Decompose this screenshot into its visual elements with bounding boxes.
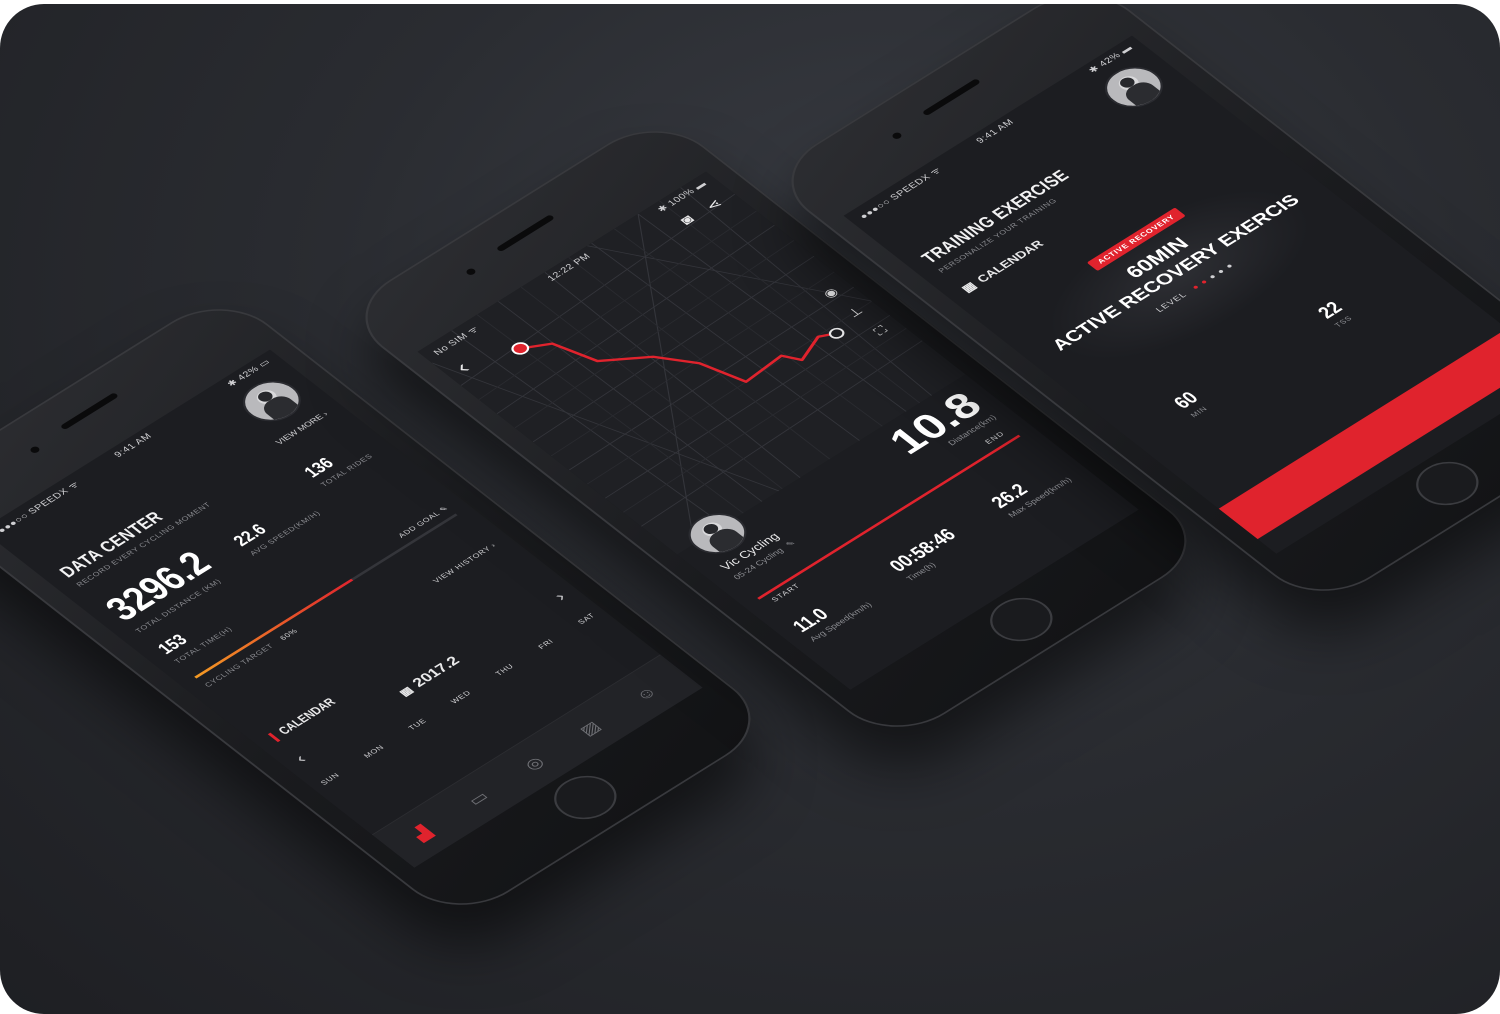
status-bar: ●●●○○ SPEEDX ᯤ 9:41 AM ✱ 42% ▭ (0, 350, 284, 541)
training-icon: ▨ (575, 718, 605, 739)
bar-chart-icon: ▟ (409, 824, 436, 843)
cycling-target-percent: 60% (278, 627, 300, 642)
calendar-month-label: 2017.2 (409, 654, 464, 690)
pencil-icon: ✎ (437, 504, 451, 514)
calendar-marker (267, 732, 281, 743)
view-history-link[interactable]: VIEW HISTORY › (431, 542, 498, 585)
device-icon: ▭ (463, 788, 493, 809)
target-icon: ◎ (520, 753, 549, 774)
weekday-wed: WED (449, 689, 473, 706)
tab-ride[interactable]: ◎ (516, 751, 552, 776)
weekday-fri: FRI (536, 637, 556, 651)
background-stage: ●●●○○ SPEEDX ᯤ 9:41 AM ✱ 42% ▭ DATA CENT… (0, 4, 1500, 1014)
smile-icon: ☺ (631, 683, 662, 705)
view-history-label: VIEW HISTORY (431, 544, 493, 585)
phone-camera (464, 267, 478, 277)
weekday-sat: SAT (576, 611, 597, 626)
weekday-sun: SUN (318, 771, 342, 787)
start-training-button[interactable] (1218, 328, 1500, 540)
tab-device[interactable]: ▭ (460, 786, 496, 811)
status-bar: ●●●○○ SPEEDX ᯤ 9:41 AM ✱ 42% ▬ (844, 36, 1147, 227)
phone-speaker (495, 214, 556, 253)
phone-camera (890, 131, 904, 141)
weekday-tue: TUE (406, 717, 429, 732)
chevron-right-icon: › (488, 541, 499, 549)
calendar-icon: ▦ (958, 279, 980, 295)
phone-speaker (59, 392, 120, 431)
cycling-target-fill (194, 578, 354, 679)
tab-profile[interactable]: ☺ (628, 681, 664, 706)
chevron-right-icon: › (320, 409, 330, 418)
weekday-thu: THU (493, 662, 516, 678)
weekday-mon: MON (362, 743, 386, 760)
tab-stats[interactable]: ▟ (404, 821, 440, 846)
phone-camera (28, 445, 42, 455)
phone-speaker (921, 78, 982, 117)
calendar-icon: ▦ (396, 684, 416, 699)
tab-training[interactable]: ▨ (572, 716, 608, 741)
